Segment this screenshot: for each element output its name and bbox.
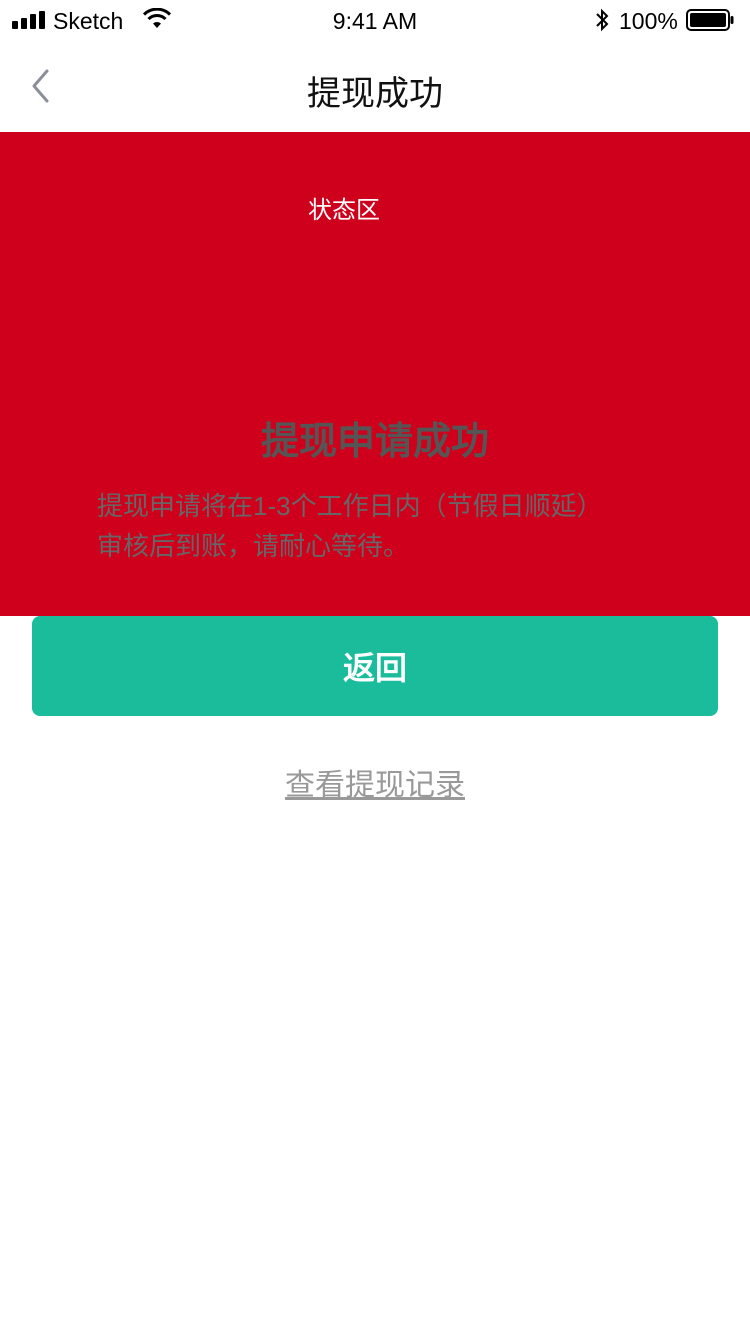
status-area-label: 状态区 [308,197,380,224]
navigation-bar: 提现成功 [0,40,750,132]
description-line: 提现申请将在1-3个工作日内（节假日顺延） [97,491,603,521]
status-area: 状态区 提现申请成功 提现申请将在1-3个工作日内（节假日顺延） 审核后到账，请… [0,132,750,616]
withdraw-success-screen: Sketch 9:41 AM 100% 提现成功 状态区 提现申请成功 提现申请… [0,0,750,1334]
status-bar: Sketch 9:41 AM 100% [0,0,750,40]
success-description: 提现申请将在1-3个工作日内（节假日顺延） 审核后到账，请耐心等待。 [97,486,677,566]
battery-icon [686,9,734,31]
description-line: 审核后到账，请耐心等待。 [97,531,410,561]
success-title: 提现申请成功 [260,421,489,463]
battery-percent: 100% [619,8,678,34]
return-button[interactable]: 返回 [32,616,718,716]
page-title: 提现成功 [307,75,443,113]
view-withdraw-records-link[interactable]: 查看提现记录 [0,760,750,804]
bluetooth-icon [596,8,609,32]
